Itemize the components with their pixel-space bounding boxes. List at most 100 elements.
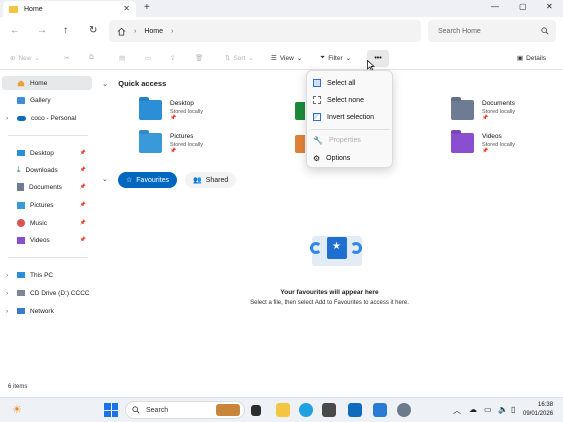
options-gear-icon: ⚙ [313, 153, 321, 163]
address-bar[interactable]: › Home › [109, 20, 421, 42]
menu-item-options[interactable]: ⚙ Options [313, 151, 388, 165]
quick-access-header[interactable]: ⌄ Quick access [102, 79, 166, 88]
clock[interactable]: 16:38 09/01/2026 [523, 401, 553, 419]
task-view-icon[interactable] [251, 405, 261, 416]
sort-label: Sort [233, 54, 246, 62]
divider [8, 135, 88, 136]
expand-chevron-icon[interactable]: › [6, 290, 8, 297]
menu-item-select-none[interactable]: Select none [313, 93, 388, 107]
sidebar-item-desktop[interactable]: Desktop 📌 [2, 146, 92, 160]
search-input[interactable]: Search Home [428, 20, 556, 42]
sidebar-item-label: Pictures [30, 201, 54, 209]
maximize-button[interactable]: ▢ [519, 2, 527, 11]
edge-icon[interactable] [299, 403, 313, 417]
breadcrumb[interactable]: Home [144, 28, 163, 35]
minimize-button[interactable]: — [491, 2, 499, 11]
tab-label: Shared [205, 176, 229, 184]
delete-icon[interactable]: 🗑 [195, 54, 203, 62]
expand-chevron-icon[interactable]: › [6, 115, 8, 122]
file-explorer-icon[interactable] [276, 403, 290, 417]
sidebar-item-cd-drive[interactable]: › CD Drive (D:) CCCC [2, 286, 92, 300]
back-arrow-icon[interactable]: ← [10, 25, 20, 36]
expand-chevron-icon[interactable]: › [6, 272, 8, 279]
settings-icon[interactable] [397, 403, 411, 417]
quick-access-item-desktop[interactable]: Desktop Stored locally 📌 [139, 100, 203, 121]
chevron-down-icon: ⌄ [296, 55, 303, 62]
sort-button[interactable]: ⇅ Sort ⌄ [225, 54, 254, 63]
sidebar-item-pictures[interactable]: Pictures 📌 [2, 198, 92, 212]
pictures-folder-icon [139, 133, 162, 153]
new-button[interactable]: ⊕ New ⌄ [10, 54, 40, 63]
tab-favourites[interactable]: ☆ Favourites [118, 172, 177, 188]
sidebar-item-this-pc[interactable]: › This PC [2, 268, 92, 282]
volume-icon[interactable]: 🔈 [498, 405, 508, 414]
sidebar-item-documents[interactable]: Documents 📌 [2, 180, 92, 194]
refresh-icon[interactable]: ↻ [89, 25, 97, 36]
show-hidden-icons-icon[interactable]: ︿ [453, 405, 461, 416]
taskbar-search[interactable]: Search [125, 401, 245, 419]
view-icon: ☰ [271, 55, 277, 62]
item-name: Pictures [170, 133, 194, 140]
sidebar-item-gallery[interactable]: Gallery [2, 93, 92, 107]
sidebar-item-network[interactable]: › Network [2, 304, 92, 318]
new-tab-button[interactable]: + [144, 2, 150, 13]
quick-access-item-documents[interactable]: Documents Stored locally 📌 [451, 100, 515, 121]
menu-item-invert-selection[interactable]: Invert selection [313, 110, 388, 124]
sidebar-item-music[interactable]: Music 📌 [2, 216, 92, 230]
collapse-chevron-icon[interactable]: ⌄ [102, 175, 108, 183]
menu-item-label: Select none [327, 96, 364, 104]
breadcrumb-separator-icon: › [134, 27, 137, 35]
tab-home[interactable]: Home ✕ [3, 1, 136, 17]
quick-access-item-videos[interactable]: Videos Stored locally 📌 [451, 133, 515, 154]
onedrive-tray-icon[interactable]: ☁ [469, 405, 477, 414]
forward-arrow-icon[interactable]: → [37, 25, 47, 36]
pin-icon: 📌 [79, 184, 86, 190]
select-none-icon [313, 96, 321, 104]
network-tray-icon[interactable]: ▭ [484, 405, 492, 414]
filter-icon: ⏷ [320, 54, 326, 61]
tab-close-icon[interactable]: ✕ [123, 4, 130, 13]
navigation-pane: Home Gallery › coco - Personal Desktop 📌… [0, 70, 94, 380]
copy-icon[interactable]: ⧉ [89, 54, 94, 62]
music-icon [17, 219, 25, 227]
documents-folder-icon [451, 100, 474, 120]
share-icon[interactable]: ⇪ [170, 54, 175, 62]
sidebar-item-onedrive[interactable]: › coco - Personal [2, 111, 92, 125]
select-all-icon [313, 79, 321, 87]
sidebar-item-videos[interactable]: Videos 📌 [2, 233, 92, 247]
view-button[interactable]: ☰ View ⌄ [271, 54, 303, 63]
sidebar-item-label: Videos [30, 236, 50, 244]
menu-item-select-all[interactable]: Select all [313, 76, 388, 90]
weather-widget-icon[interactable]: ☀ [12, 403, 22, 416]
chevron-down-icon: ⌄ [248, 55, 254, 62]
up-arrow-icon[interactable]: ↑ [63, 25, 68, 36]
see-more-menu: Select all Select none Invert selection … [306, 70, 393, 168]
sidebar-item-label: Downloads [25, 166, 58, 174]
close-window-button[interactable]: ✕ [546, 2, 553, 11]
chevron-down-icon: ⌄ [345, 55, 352, 62]
breadcrumb-chevron-icon[interactable]: › [171, 28, 173, 35]
start-button[interactable] [104, 403, 118, 417]
pin-icon: 📌 [170, 115, 177, 121]
rename-icon[interactable]: ▭ [145, 54, 151, 62]
people-icon: 👥 [193, 177, 202, 184]
quick-access-item-pictures[interactable]: Pictures Stored locally 📌 [139, 133, 203, 154]
sidebar-item-downloads[interactable]: ⤓ Downloads 📌 [2, 163, 92, 177]
tab-shared[interactable]: 👥 Shared [185, 172, 237, 188]
details-button[interactable]: ▣ Details [517, 54, 546, 63]
collapse-chevron-icon[interactable]: ⌄ [102, 79, 108, 88]
paste-icon[interactable]: ▤ [119, 54, 125, 62]
expand-chevron-icon[interactable]: › [6, 308, 8, 315]
filter-button[interactable]: ⏷ Filter ⌄ [320, 54, 351, 62]
downloads-folder-icon[interactable] [295, 102, 305, 120]
store-icon[interactable] [322, 403, 336, 417]
home-icon [17, 80, 25, 87]
cut-icon[interactable]: ✂ [64, 54, 69, 62]
menu-item-properties[interactable]: 🔧 Properties [313, 133, 388, 147]
pin-icon: 📌 [79, 220, 86, 226]
sidebar-item-home[interactable]: Home [2, 76, 92, 90]
photos-icon[interactable] [373, 403, 387, 417]
music-folder-icon[interactable] [295, 135, 305, 153]
battery-icon[interactable]: ▯ [511, 405, 515, 414]
outlook-icon[interactable] [348, 403, 362, 417]
